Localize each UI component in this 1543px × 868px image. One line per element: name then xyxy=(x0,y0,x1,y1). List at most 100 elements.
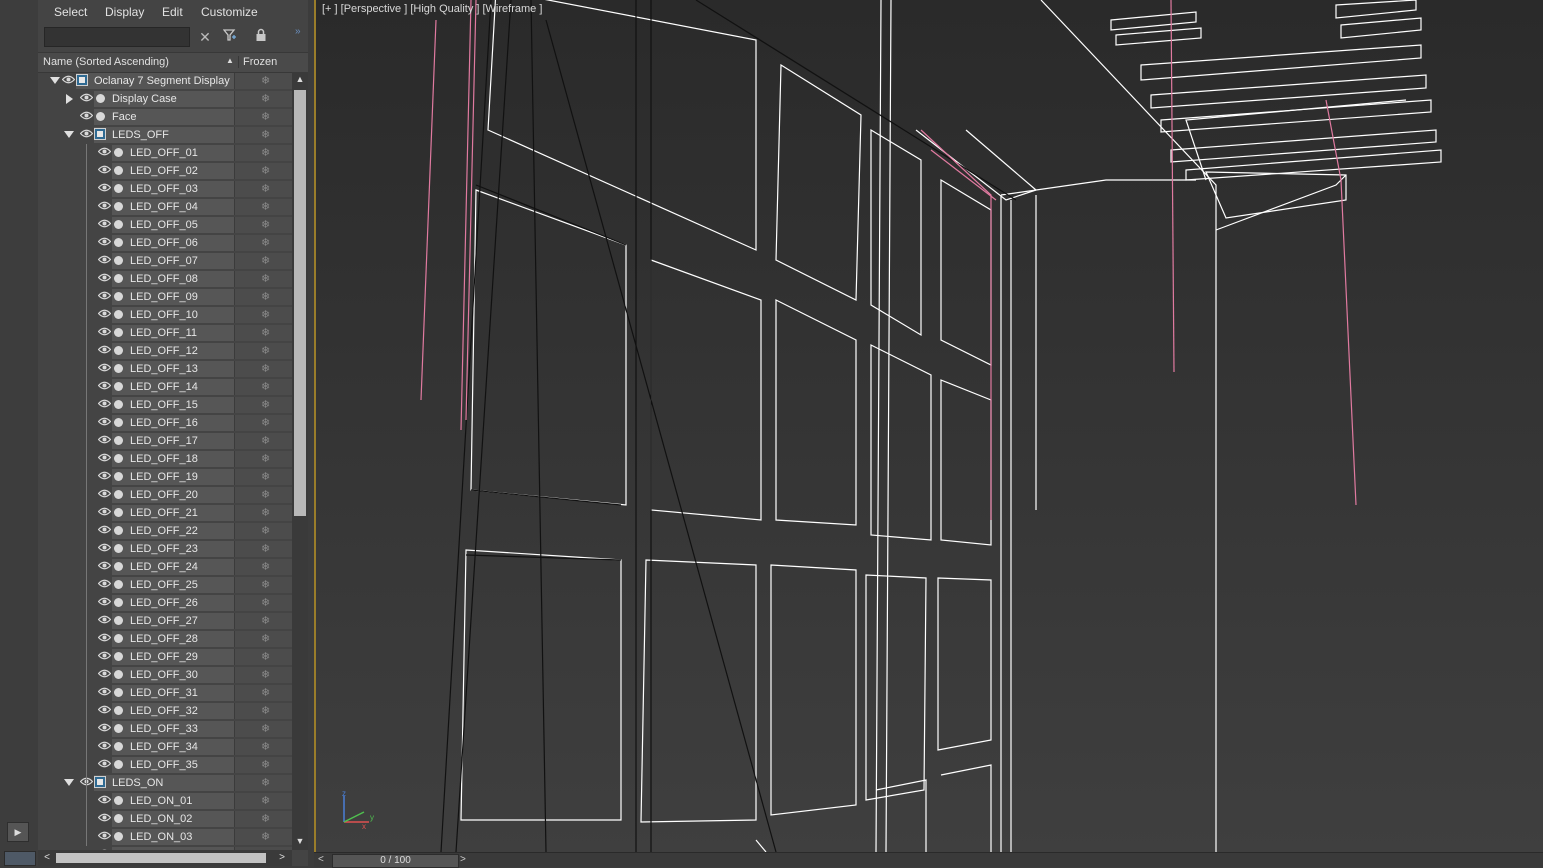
scroll-up-icon[interactable]: ▲ xyxy=(295,74,305,86)
clear-icon[interactable]: ✕ xyxy=(196,28,214,46)
freeze-toggle-icon[interactable]: ❄ xyxy=(261,200,270,213)
freeze-toggle-icon[interactable]: ❄ xyxy=(261,146,270,159)
perspective-viewport[interactable]: [+ ] [Perspective ] [High Quality ] [Wir… xyxy=(314,0,1543,852)
tree-item-led-off[interactable]: LED_OFF_16 ❄ xyxy=(38,414,292,432)
freeze-toggle-icon[interactable]: ❄ xyxy=(261,524,270,537)
visibility-eye-icon[interactable] xyxy=(97,255,112,264)
menu-select[interactable]: Select xyxy=(54,5,87,19)
visibility-eye-icon[interactable] xyxy=(97,435,112,444)
tree-item-led-off[interactable]: LED_OFF_13 ❄ xyxy=(38,360,292,378)
freeze-toggle-icon[interactable]: ❄ xyxy=(261,650,270,663)
freeze-toggle-icon[interactable]: ❄ xyxy=(261,254,270,267)
scroll-down-icon[interactable]: ▼ xyxy=(295,836,305,848)
freeze-toggle-icon[interactable]: ❄ xyxy=(261,344,270,357)
freeze-toggle-icon[interactable]: ❄ xyxy=(261,236,270,249)
prev-frame-button[interactable]: < xyxy=(318,854,324,865)
freeze-toggle-icon[interactable]: ❄ xyxy=(261,740,270,753)
freeze-toggle-icon[interactable]: ❄ xyxy=(261,758,270,771)
freeze-toggle-icon[interactable]: ❄ xyxy=(261,704,270,717)
tree-item-led-off[interactable]: LED_OFF_24 ❄ xyxy=(38,558,292,576)
tree-item-led-off[interactable]: LED_OFF_30 ❄ xyxy=(38,666,292,684)
tree-item-led-off[interactable]: LED_OFF_21 ❄ xyxy=(38,504,292,522)
tree-item-led-off[interactable]: LED_OFF_22 ❄ xyxy=(38,522,292,540)
freeze-toggle-icon[interactable]: ❄ xyxy=(261,830,270,843)
tree-item-led-off[interactable]: LED_OFF_15 ❄ xyxy=(38,396,292,414)
tree-item-led-off[interactable]: LED_OFF_32 ❄ xyxy=(38,702,292,720)
visibility-eye-icon[interactable] xyxy=(97,741,112,750)
collapse-arrow-icon[interactable] xyxy=(50,77,60,84)
freeze-toggle-icon[interactable]: ❄ xyxy=(261,794,270,807)
tree-root-item[interactable]: Oclanay 7 Segment Display ❄ xyxy=(38,72,292,90)
tree-item-led-off[interactable]: LED_OFF_06 ❄ xyxy=(38,234,292,252)
play-icon[interactable]: ▶ xyxy=(7,822,29,842)
visibility-eye-icon[interactable] xyxy=(61,75,76,84)
scrollbar-thumb[interactable] xyxy=(294,90,306,516)
freeze-toggle-icon[interactable]: ❄ xyxy=(261,380,270,393)
tree-item-leds-on-layer[interactable]: LEDS_ON ❄ xyxy=(38,774,292,792)
visibility-eye-icon[interactable] xyxy=(97,795,112,804)
visibility-eye-icon[interactable] xyxy=(97,597,112,606)
tree-item-led-off[interactable]: LED_OFF_29 ❄ xyxy=(38,648,292,666)
freeze-toggle-icon[interactable]: ❄ xyxy=(261,470,270,483)
expand-arrow-icon[interactable] xyxy=(66,94,73,104)
freeze-toggle-icon[interactable]: ❄ xyxy=(261,110,270,123)
visibility-eye-icon[interactable] xyxy=(79,129,94,138)
freeze-toggle-icon[interactable]: ❄ xyxy=(261,218,270,231)
freeze-toggle-icon[interactable]: ❄ xyxy=(261,488,270,501)
tree-item-led-off[interactable]: LED_OFF_11 ❄ xyxy=(38,324,292,342)
visibility-eye-icon[interactable] xyxy=(97,651,112,660)
search-input[interactable] xyxy=(44,27,190,47)
visibility-eye-icon[interactable] xyxy=(97,201,112,210)
freeze-toggle-icon[interactable]: ❄ xyxy=(261,596,270,609)
tree-item-led-on[interactable]: LED_ON_02 ❄ xyxy=(38,810,292,828)
visibility-eye-icon[interactable] xyxy=(97,291,112,300)
tree-item-led-off[interactable]: LED_OFF_05 ❄ xyxy=(38,216,292,234)
freeze-toggle-icon[interactable]: ❄ xyxy=(261,434,270,447)
tree-item-led-off[interactable]: LED_OFF_07 ❄ xyxy=(38,252,292,270)
viewport-label[interactable]: [+ ] [Perspective ] [High Quality ] [Wir… xyxy=(322,3,542,15)
visibility-eye-icon[interactable] xyxy=(97,561,112,570)
collapse-arrow-icon[interactable] xyxy=(64,131,74,138)
freeze-toggle-icon[interactable]: ❄ xyxy=(261,128,270,141)
visibility-eye-icon[interactable] xyxy=(97,381,112,390)
tree-item-led-on[interactable]: LED_ON_03 ❄ xyxy=(38,828,292,846)
freeze-toggle-icon[interactable]: ❄ xyxy=(261,668,270,681)
visibility-eye-icon[interactable] xyxy=(97,759,112,768)
visibility-eye-icon[interactable] xyxy=(97,237,112,246)
visibility-eye-icon[interactable] xyxy=(97,633,112,642)
freeze-toggle-icon[interactable]: ❄ xyxy=(261,290,270,303)
freeze-toggle-icon[interactable]: ❄ xyxy=(261,92,270,105)
tree-item-led-off[interactable]: LED_OFF_34 ❄ xyxy=(38,738,292,756)
tree-item-display-case[interactable]: Display Case ❄ xyxy=(38,90,292,108)
visibility-eye-icon[interactable] xyxy=(97,165,112,174)
tree-item-led-off[interactable]: LED_OFF_25 ❄ xyxy=(38,576,292,594)
freeze-toggle-icon[interactable]: ❄ xyxy=(261,560,270,573)
tree-item-leds-off-layer[interactable]: LEDS_OFF ❄ xyxy=(38,126,292,144)
visibility-eye-icon[interactable] xyxy=(97,309,112,318)
tree-item-face[interactable]: Face ❄ xyxy=(38,108,292,126)
tree-item-led-off[interactable]: LED_OFF_04 ❄ xyxy=(38,198,292,216)
menu-display[interactable]: Display xyxy=(105,5,144,19)
visibility-eye-icon[interactable] xyxy=(79,93,94,102)
tree-item-led-off[interactable]: LED_OFF_08 ❄ xyxy=(38,270,292,288)
visibility-eye-icon[interactable] xyxy=(97,813,112,822)
freeze-toggle-icon[interactable]: ❄ xyxy=(261,812,270,825)
freeze-toggle-icon[interactable]: ❄ xyxy=(261,506,270,519)
tree-item-led-off[interactable]: LED_OFF_28 ❄ xyxy=(38,630,292,648)
scroll-left-icon[interactable]: < xyxy=(42,852,52,863)
collapse-arrow-icon[interactable] xyxy=(64,779,74,786)
visibility-eye-icon[interactable] xyxy=(97,345,112,354)
tree-item-led-off[interactable]: LED_OFF_12 ❄ xyxy=(38,342,292,360)
freeze-toggle-icon[interactable]: ❄ xyxy=(261,614,270,627)
tree-item-led-off[interactable]: LED_OFF_09 ❄ xyxy=(38,288,292,306)
visibility-eye-icon[interactable] xyxy=(97,687,112,696)
visibility-eye-icon[interactable] xyxy=(97,219,112,228)
mini-viewport-button[interactable] xyxy=(4,851,36,866)
hscroll-thumb[interactable] xyxy=(56,853,266,863)
visibility-eye-icon[interactable] xyxy=(97,273,112,282)
visibility-eye-icon[interactable] xyxy=(97,723,112,732)
visibility-eye-icon[interactable] xyxy=(97,489,112,498)
column-name-header[interactable]: Name (Sorted Ascending) xyxy=(43,56,169,68)
tree-item-led-off[interactable]: LED_OFF_20 ❄ xyxy=(38,486,292,504)
visibility-eye-icon[interactable] xyxy=(97,399,112,408)
